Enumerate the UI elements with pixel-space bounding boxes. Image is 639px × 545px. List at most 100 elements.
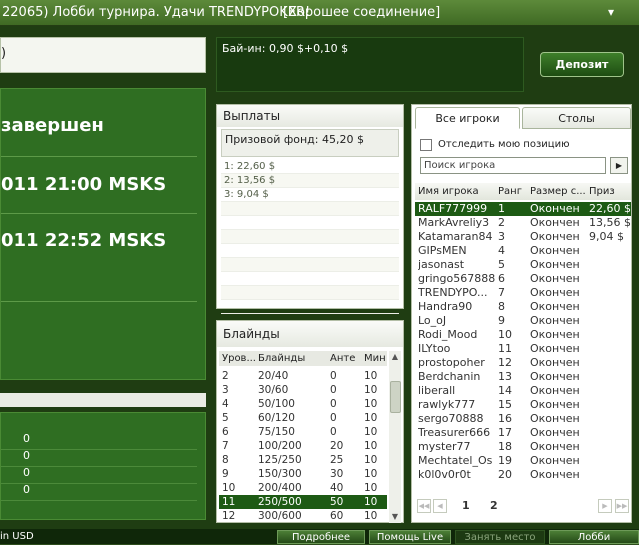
player-row[interactable]: Rodi_Mood 10 Окончен <box>415 328 631 342</box>
scroll-thumb[interactable] <box>390 381 401 413</box>
track-position-checkbox[interactable] <box>420 139 432 151</box>
col-rank[interactable]: Ранг <box>498 183 528 200</box>
blinds-row[interactable]: 2 20/40 0 10 <box>219 369 387 383</box>
player-cell-prize: 22,60 $ <box>589 202 631 215</box>
scroll-down-icon[interactable]: ▼ <box>389 511 401 523</box>
tournament-id-panel: ) <box>0 37 206 73</box>
live-help-button[interactable]: Помощь Live <box>369 530 451 544</box>
player-row[interactable]: Katamaran84 3 Окончен 9,04 $ <box>415 230 631 244</box>
scroll-up-icon[interactable]: ▲ <box>389 351 401 363</box>
players-header: Имя игрока Ранг Размер с... Приз <box>415 183 631 200</box>
prev-page-icon[interactable]: ◀ <box>433 499 447 513</box>
payout-row-empty <box>221 286 399 300</box>
first-page-icon[interactable]: ◀◀ <box>417 499 431 513</box>
lobby-button[interactable]: Лобби <box>549 530 639 544</box>
payouts-title: Выплаты <box>217 105 403 127</box>
player-cell-rank: 14 <box>498 384 512 397</box>
title-bar: 22065) Лобби турнира. Удачи TRENDYPOKER!… <box>0 0 639 26</box>
page-link[interactable]: 1 <box>462 499 470 512</box>
players-panel: Все игроки Столы Отследить мою позицию П… <box>411 104 632 523</box>
blinds-row[interactable]: 10 200/400 40 10 <box>219 481 387 495</box>
blinds-cell-ante: 0 <box>330 426 337 438</box>
player-cell-status: Окончен <box>530 426 580 439</box>
payout-row-empty <box>221 202 399 216</box>
player-cell-name: Lo_oJ <box>418 314 447 327</box>
player-cell-status: Окончен <box>530 244 580 257</box>
page-link[interactable]: 2 <box>490 499 498 512</box>
player-cell-status: Окончен <box>530 412 580 425</box>
blinds-row[interactable]: 4 50/100 0 10 <box>219 397 387 411</box>
col-prize[interactable]: Приз <box>589 183 629 200</box>
blinds-row[interactable]: 7 100/200 20 10 <box>219 439 387 453</box>
blinds-header: Уров... Блайнды Анте Мин <box>219 351 387 366</box>
tab-tables[interactable]: Столы <box>522 107 631 129</box>
last-page-icon[interactable]: ▶▶ <box>615 499 629 513</box>
stats-value: 0 <box>23 466 30 479</box>
player-search-input[interactable]: Поиск игрока <box>420 157 606 174</box>
blinds-row[interactable]: 5 60/120 0 10 <box>219 411 387 425</box>
blinds-row[interactable]: 9 150/300 30 10 <box>219 467 387 481</box>
next-page-icon[interactable]: ▶ <box>598 499 612 513</box>
player-cell-status: Окончен <box>530 314 580 327</box>
deposit-button[interactable]: Депозит <box>540 52 624 77</box>
col-level[interactable]: Уров... <box>222 351 256 366</box>
stats-row: 0 <box>1 432 197 450</box>
player-row[interactable]: jasonast 5 Окончен <box>415 258 631 272</box>
player-cell-rank: 10 <box>498 328 512 341</box>
stats-value: 0 <box>23 449 30 462</box>
blinds-row[interactable]: 11 250/500 50 10 <box>219 495 387 509</box>
col-size[interactable]: Размер с... <box>530 183 586 200</box>
details-button[interactable]: Подробнее <box>277 530 365 544</box>
blinds-cell-ante: 50 <box>330 496 344 508</box>
player-row[interactable]: Lo_oJ 9 Окончен <box>415 314 631 328</box>
player-row[interactable]: liberall 14 Окончен <box>415 384 631 398</box>
blinds-scrollbar[interactable]: ▲ ▼ <box>389 351 401 523</box>
player-row[interactable]: ILYtoo 11 Окончен <box>415 342 631 356</box>
player-row[interactable]: sergo70888 16 Окончен <box>415 412 631 426</box>
col-player-name[interactable]: Имя игрока <box>418 183 494 200</box>
blinds-row[interactable]: 6 75/150 0 10 <box>219 425 387 439</box>
blinds-row[interactable]: 3 30/60 0 10 <box>219 383 387 397</box>
player-cell-rank: 8 <box>498 300 505 313</box>
start-time: 011 21:00 MSKS <box>1 174 167 195</box>
player-row[interactable]: Mechtatel_Os 19 Окончен <box>415 454 631 468</box>
player-row[interactable]: Berdchanin 13 Окончен <box>415 370 631 384</box>
player-row[interactable]: prostopoher 12 Окончен <box>415 356 631 370</box>
player-row[interactable]: Handra90 8 Окончен <box>415 300 631 314</box>
player-row[interactable]: gringo567888 6 Окончен <box>415 272 631 286</box>
player-row[interactable]: MarkAvreliy3 2 Окончен 13,56 $ <box>415 216 631 230</box>
blinds-cell-level: 8 <box>222 454 229 466</box>
player-cell-name: GIPsMEN <box>418 244 467 257</box>
minimize-icon[interactable]: ▾ <box>600 3 622 21</box>
player-cell-status: Окончен <box>530 230 580 243</box>
col-min[interactable]: Мин <box>364 351 386 366</box>
player-row[interactable]: RALF777999 1 Окончен 22,60 $ <box>415 202 631 216</box>
col-ante[interactable]: Анте <box>330 351 355 366</box>
buyin-text: Бай-ин: 0,90 $+0,10 $ <box>222 42 349 55</box>
divider <box>1 213 197 214</box>
blinds-row[interactable]: 12 300/600 60 10 <box>219 509 387 523</box>
tab-all-players[interactable]: Все игроки <box>415 107 520 129</box>
player-cell-name: MarkAvreliy3 <box>418 216 490 229</box>
blinds-cell-blinds: 150/300 <box>258 468 302 480</box>
player-cell-rank: 11 <box>498 342 512 355</box>
blinds-cell-level: 10 <box>222 482 236 494</box>
blinds-cell-blinds: 250/500 <box>258 496 302 508</box>
blinds-cell-min: 10 <box>364 454 378 466</box>
player-cell-rank: 9 <box>498 314 505 327</box>
player-row[interactable]: k0l0v0r0t 20 Окончен <box>415 468 631 482</box>
payout-row-empty <box>221 244 399 258</box>
play-icon[interactable]: ▶ <box>610 157 628 174</box>
take-seat-button[interactable]: Занять место <box>455 530 545 544</box>
blinds-row[interactable]: 8 125/250 25 10 <box>219 453 387 467</box>
player-row[interactable]: Treasurer666 17 Окончен <box>415 426 631 440</box>
player-row[interactable]: myster77 18 Окончен <box>415 440 631 454</box>
player-cell-rank: 3 <box>498 230 505 243</box>
player-row[interactable]: TRENDYPO... 7 Окончен <box>415 286 631 300</box>
stats-value: 0 <box>23 432 30 445</box>
blinds-cell-blinds: 300/600 <box>258 510 302 522</box>
player-row[interactable]: GIPsMEN 4 Окончен <box>415 244 631 258</box>
player-row[interactable]: rawlyk777 15 Окончен <box>415 398 631 412</box>
player-cell-status: Окончен <box>530 328 580 341</box>
col-blinds[interactable]: Блайнды <box>258 351 305 366</box>
